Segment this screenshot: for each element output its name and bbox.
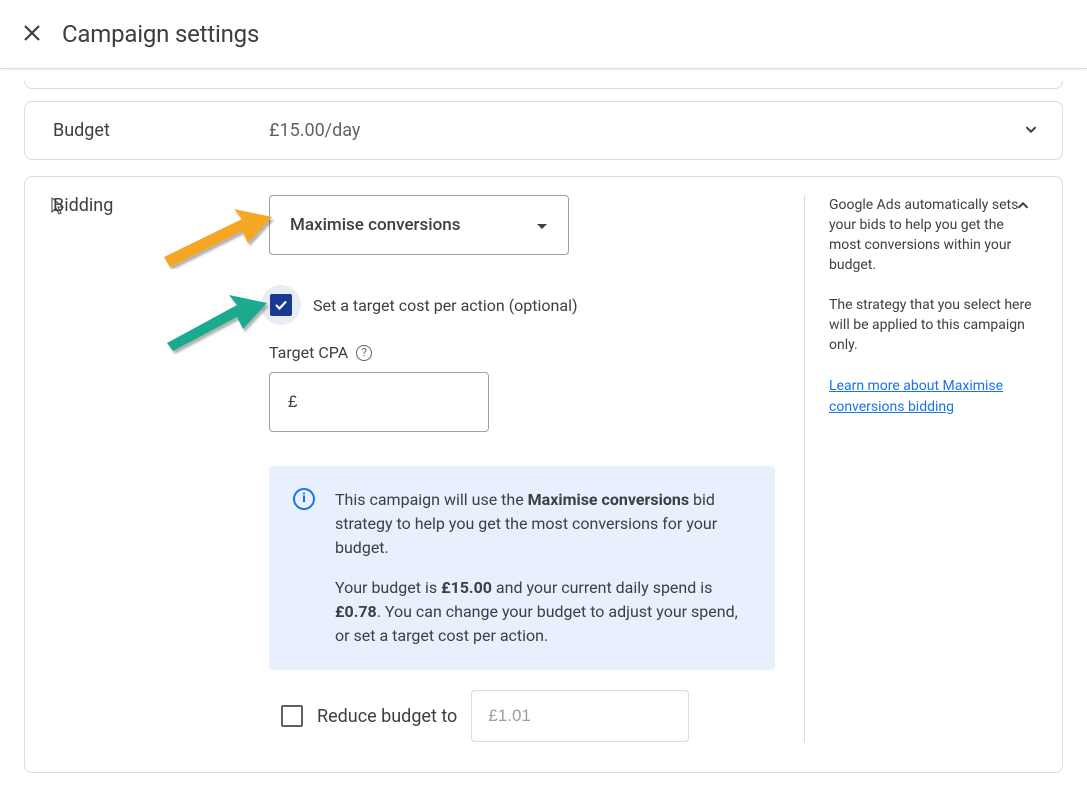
reduce-budget-checkbox[interactable] — [281, 705, 303, 727]
info-line-2: Your budget is £15.00 and your current d… — [335, 576, 751, 648]
target-cpa-label: Target CPA — [269, 343, 348, 362]
target-cpa-checkbox-label: Set a target cost per action (optional) — [313, 296, 578, 315]
learn-more-link[interactable]: Learn more about Maximise conversions bi… — [829, 378, 1003, 415]
info-line-1: This campaign will use the Maximise conv… — [335, 488, 751, 560]
bid-strategy-value: Maximise conversions — [290, 215, 461, 235]
help-icon[interactable]: ? — [356, 345, 372, 361]
close-icon[interactable] — [24, 22, 40, 46]
page-header: Campaign settings — [0, 0, 1087, 69]
chevron-up-icon[interactable] — [1012, 195, 1034, 221]
bidding-label: Bidding — [53, 195, 113, 216]
target-cpa-checkbox-row: Set a target cost per action (optional) — [269, 285, 784, 325]
help-paragraph-2: The strategy that you select here will b… — [829, 295, 1034, 355]
bidding-help-panel: Google Ads automatically sets your bids … — [804, 195, 1034, 742]
caret-down-icon — [536, 216, 548, 235]
info-callout: i This campaign will use the Maximise co… — [269, 466, 775, 670]
check-icon — [273, 297, 289, 313]
target-cpa-checkbox[interactable] — [261, 285, 301, 325]
page-title: Campaign settings — [62, 20, 259, 48]
bidding-card: Bidding Maximise conversions — [24, 176, 1063, 773]
info-icon: i — [293, 488, 315, 510]
reduce-budget-row: Reduce budget to — [281, 690, 784, 742]
budget-label: Budget — [53, 120, 269, 141]
target-cpa-input[interactable] — [269, 372, 489, 432]
chevron-down-icon[interactable] — [1020, 118, 1042, 144]
reduce-budget-label: Reduce budget to — [317, 706, 457, 727]
previous-card-bottom — [24, 81, 1063, 89]
budget-value: £15.00/day — [269, 120, 360, 141]
reduce-budget-input[interactable] — [471, 690, 689, 742]
budget-card[interactable]: Budget £15.00/day — [24, 101, 1063, 160]
bid-strategy-dropdown[interactable]: Maximise conversions — [269, 195, 569, 255]
content-area: Budget £15.00/day Bidding — [0, 69, 1087, 801]
help-paragraph-1: Google Ads automatically sets your bids … — [829, 195, 1034, 275]
